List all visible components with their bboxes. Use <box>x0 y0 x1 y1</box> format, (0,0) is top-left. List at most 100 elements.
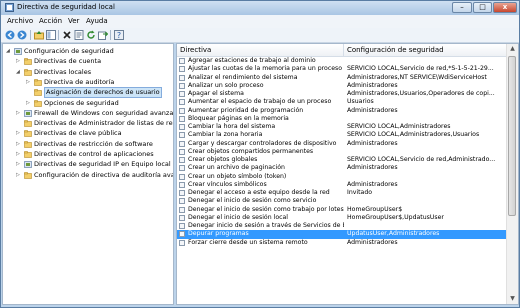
policy-name: Crear objetos compartidos permanentes <box>188 147 314 155</box>
table-row[interactable]: Depurar programas UpdatusUser,Administrad… <box>177 230 507 239</box>
minimize-icon: – <box>460 3 464 11</box>
policy-icon <box>179 148 185 155</box>
policy-setting: HomeGroupUser$,UpdatusUser <box>347 213 444 221</box>
expand-toggle-icon[interactable]: ▷ <box>26 78 32 87</box>
expand-toggle-icon[interactable]: ▷ <box>16 140 22 149</box>
column-header-configuracion[interactable]: Configuración de seguridad <box>347 46 444 54</box>
expand-toggle-icon[interactable]: ▷ <box>16 129 22 138</box>
tree-item-label: Directivas de cuenta <box>34 57 102 66</box>
close-button[interactable]: x <box>493 2 517 13</box>
list-rows: Agregar estaciones de trabajo al dominio… <box>177 57 507 247</box>
policy-setting: UpdatusUser,Administradores <box>347 230 440 238</box>
table-row[interactable]: Crear un archivo de paginación Administra… <box>177 164 507 172</box>
properties-icon[interactable] <box>74 30 84 40</box>
expand-toggle-icon[interactable]: ▷ <box>16 150 22 159</box>
toolbar: ? <box>1 28 519 43</box>
refresh-icon[interactable] <box>86 30 96 40</box>
menu-accion[interactable]: Acción <box>39 17 62 25</box>
policy-icon <box>179 82 185 89</box>
scrollbar-thumb[interactable] <box>508 56 516 216</box>
show-tree-icon[interactable] <box>46 30 56 40</box>
policy-setting: Administradores,NT SERVICE\WdiServiceHos… <box>347 73 487 81</box>
table-row[interactable]: Denegar el inicio de sesión local HomeGro… <box>177 214 507 222</box>
menu-bar: Archivo Acción Ver Ayuda <box>1 15 519 28</box>
policy-list: Directiva Configuración de seguridad Agr… <box>176 43 519 305</box>
expand-toggle-icon[interactable]: ▷ <box>16 57 22 66</box>
expand-toggle-icon[interactable]: ◢ <box>6 47 12 56</box>
scroll-down-icon[interactable]: ▼ <box>507 294 518 304</box>
table-row[interactable]: Crear un objeto símbolo (token) <box>177 173 507 181</box>
policy-name: Agregar estaciones de trabajo al dominio <box>188 57 316 64</box>
table-row[interactable]: Apagar el sistema Administradores,Usuario… <box>177 90 507 98</box>
list-header: Directiva Configuración de seguridad <box>177 44 507 57</box>
policy-name: Crear vínculos simbólicos <box>188 180 267 188</box>
tree-item-label: Directivas de control de aplicaciones <box>34 150 154 158</box>
policy-setting: Administradores <box>347 81 398 89</box>
expand-toggle-icon[interactable]: ▷ <box>16 109 22 118</box>
table-row[interactable]: Aumentar prioridad de programación Admini… <box>177 107 507 115</box>
export-icon[interactable] <box>98 30 108 40</box>
table-row[interactable]: Denegar el inicio de sesión como trabajo… <box>177 206 507 214</box>
policy-icon <box>179 165 185 172</box>
policy-icon <box>179 99 185 106</box>
title-bar[interactable]: Directiva de seguridad local – □ x <box>1 1 519 15</box>
tree-item-label: Asignación de derechos de usuario <box>44 87 162 99</box>
tree-item-label: Directivas de seguridad IP en Equipo loc… <box>34 160 171 169</box>
table-row[interactable]: Crear vínculos simbólicos Administradores <box>177 181 507 189</box>
minimize-button[interactable]: – <box>452 2 472 13</box>
table-row[interactable]: Cambiar la zona horaria SERVICIO LOCAL,Ad… <box>177 131 507 139</box>
policy-name: Denegar el inicio de sesión local <box>188 213 289 221</box>
table-row[interactable]: Cambiar la hora del sistema SERVICIO LOCA… <box>177 123 507 131</box>
menu-ver[interactable]: Ver <box>68 17 79 25</box>
policy-icon <box>179 115 185 122</box>
policy-icon <box>179 173 185 180</box>
table-row[interactable]: Aumentar el espacio de trabajo de un pro… <box>177 98 507 106</box>
delete-icon[interactable] <box>62 30 72 40</box>
policy-setting: Administradores <box>347 106 398 114</box>
policy-icon <box>179 132 185 139</box>
policy-name: Cambiar la zona horaria <box>188 131 263 139</box>
table-row[interactable]: Cargar y descargar controladores de disp… <box>177 140 507 148</box>
expand-toggle-icon[interactable]: ◢ <box>16 68 22 77</box>
policy-icon <box>179 157 185 163</box>
table-row[interactable]: Denegar inicio de sesión a través de Ser… <box>177 222 507 230</box>
policy-name: Bloquear páginas en la memoria <box>188 114 289 122</box>
table-row[interactable]: Bloquear páginas en la memoria <box>177 115 507 123</box>
folder-icon <box>24 120 32 127</box>
policy-name: Cargar y descargar controladores de disp… <box>188 139 337 147</box>
maximize-button[interactable]: □ <box>473 2 492 13</box>
policy-setting: Administradores <box>347 164 398 172</box>
back-arrow-icon[interactable] <box>5 30 15 40</box>
up-folder-icon[interactable] <box>34 30 44 40</box>
table-row[interactable]: Agregar estaciones de trabajo al dominio <box>177 57 507 65</box>
menu-archivo[interactable]: Archivo <box>7 17 33 25</box>
table-row[interactable]: Crear objetos compartidos permanentes <box>177 148 507 156</box>
help-icon[interactable]: ? <box>114 30 124 40</box>
table-row[interactable]: Ajustar las cuotas de la memoria para un… <box>177 65 507 73</box>
policy-setting: HomeGroupUser$ <box>347 205 403 213</box>
vertical-scrollbar[interactable]: ▲ ▼ <box>506 44 518 304</box>
toolbar-separator <box>110 30 111 40</box>
menu-ayuda[interactable]: Ayuda <box>86 17 108 25</box>
policy-name: Apagar el sistema <box>188 90 244 97</box>
policy-setting: SERVICIO LOCAL,Servicio de red,*S-1-5-21… <box>347 65 494 73</box>
table-row[interactable]: Crear objetos globales SERVICIO LOCAL,Ser… <box>177 156 507 164</box>
forward-arrow-icon[interactable] <box>17 30 27 40</box>
table-row[interactable]: Denegar el acceso a este equipo desde la… <box>177 189 507 197</box>
policy-name: Denegar inicio de sesión a través de Ser… <box>188 222 344 229</box>
navigation-tree: ◢ Configuración de seguridad ▷ Directivas d… <box>2 43 174 305</box>
expand-toggle-icon[interactable]: ▷ <box>16 160 22 169</box>
column-divider[interactable] <box>343 44 344 56</box>
scroll-up-icon[interactable]: ▲ <box>507 44 518 54</box>
tree-item-label: Configuración de seguridad <box>24 47 114 55</box>
tree-item-label: Configuración de directiva de auditoría … <box>34 170 173 179</box>
table-row[interactable]: Denegar el inicio de sesión como servici… <box>177 197 507 205</box>
expand-toggle-icon[interactable]: ▷ <box>26 99 32 108</box>
svg-text:?: ? <box>117 31 121 40</box>
table-row[interactable]: Analizar un solo proceso Administradores <box>177 82 507 90</box>
table-row[interactable]: Analizar el rendimiento del sistema Admin… <box>177 74 507 82</box>
column-header-directiva[interactable]: Directiva <box>180 46 211 54</box>
policy-setting: SERVICIO LOCAL,Servicio de red,Administr… <box>347 156 496 163</box>
table-row[interactable]: Forzar cierre desde un sistema remoto Adm… <box>177 239 507 247</box>
expand-toggle-icon[interactable]: ▷ <box>16 171 22 180</box>
